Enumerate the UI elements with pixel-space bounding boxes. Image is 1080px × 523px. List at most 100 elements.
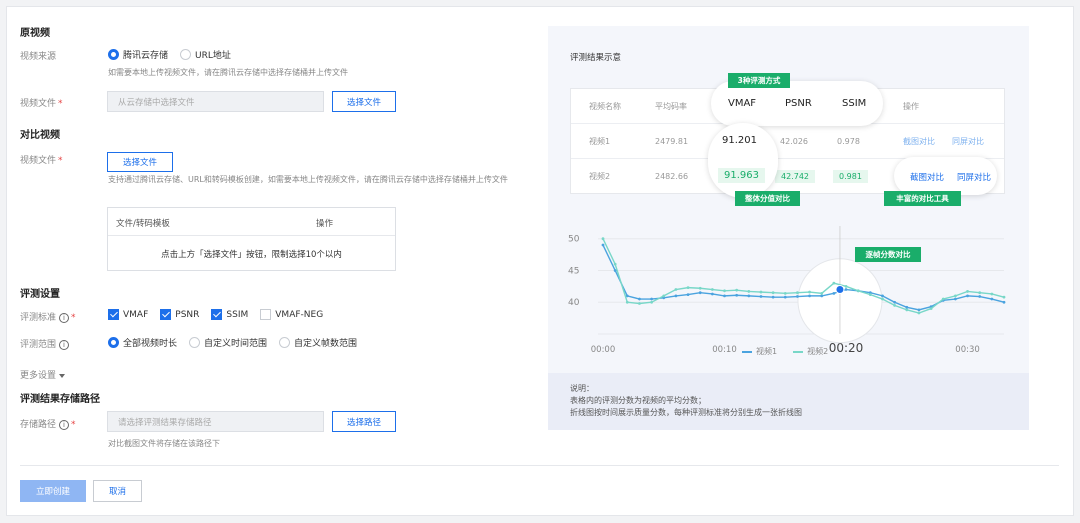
data-point — [990, 292, 994, 296]
row-name: 视频2 — [589, 172, 611, 181]
header-psnr: PSNR — [785, 98, 812, 109]
preview-note: 说明： 表格内的评测分数为视频的平均分数； 折线图按时间展示质量分数，每种评测标… — [548, 373, 1029, 430]
row-bitrate: 2479.81 — [655, 137, 689, 146]
create-button[interactable]: 立即创建 — [20, 480, 86, 502]
more-settings-toggle[interactable]: 更多设置 — [20, 368, 66, 381]
file-label-text: 视频文件 — [20, 99, 57, 109]
radio-dot — [108, 337, 119, 348]
col-file: 文件/转码模板 — [116, 219, 170, 229]
radio-url[interactable]: URL地址 — [180, 48, 231, 61]
info-icon[interactable]: i — [59, 419, 70, 430]
metric-label-text: 评测标准 — [20, 313, 57, 323]
data-point — [638, 297, 641, 301]
radio-label: 自定义时间范围 — [204, 339, 268, 349]
row-split-compare[interactable]: 同屏对比 — [957, 171, 991, 183]
data-point — [674, 288, 678, 291]
data-point — [783, 291, 787, 295]
data-point — [978, 291, 982, 295]
select-path-button[interactable]: 选择路径 — [332, 411, 396, 432]
radio-range-frames[interactable]: 自定义帧数范围 — [279, 336, 357, 349]
data-point — [747, 290, 751, 293]
data-point — [990, 297, 994, 301]
data-point — [844, 284, 848, 288]
data-point — [698, 291, 702, 295]
path-input[interactable]: 请选择评测结果存储路径 — [107, 411, 324, 432]
table-row: 视频1 2479.81 42.026 0.978 截图对比 同屏对比 — [571, 124, 1004, 159]
path-hint: 对比截图文件将存储在该路径下 — [108, 439, 220, 448]
compare-select-file-button[interactable]: 选择文件 — [107, 152, 173, 172]
row-name: 视频1 — [589, 137, 611, 146]
file-input[interactable]: 从云存储中选择文件 — [107, 91, 324, 112]
checkbox-psnr[interactable]: PSNR — [160, 309, 199, 320]
data-point — [917, 311, 921, 315]
radio-dot — [180, 49, 192, 60]
row-bitrate: 2482.66 — [655, 172, 689, 181]
cancel-button[interactable]: 取消 — [93, 480, 142, 502]
header-name: 视频名称 — [589, 102, 621, 111]
file-label: 视频文件 * — [20, 96, 63, 109]
preview-title: 评测结果示意 — [570, 53, 622, 63]
footer-divider — [20, 465, 1059, 466]
header-vmaf: VMAF — [728, 98, 757, 109]
row-psnr-cell: 42.742 — [775, 159, 815, 194]
info-icon[interactable]: i — [59, 339, 70, 350]
data-point — [820, 291, 824, 295]
data-point — [601, 243, 605, 247]
data-point — [966, 294, 969, 298]
note-line: 折线图按时间展示质量分数，每种评测标准将分别生成一张折线图 — [570, 408, 802, 417]
checkbox-box — [108, 309, 119, 320]
select-file-button[interactable]: 选择文件 — [332, 91, 396, 112]
data-point — [735, 293, 739, 297]
range-label: 评测范围 i — [20, 337, 70, 350]
legend-item: 视频1 — [756, 347, 778, 356]
header-action: 操作 — [903, 102, 919, 111]
tag-overall: 整体分值对比 — [735, 191, 800, 206]
radio-range-all[interactable]: 全部视频时长 — [108, 336, 177, 349]
path-label: 存储路径 i * — [20, 417, 76, 430]
data-point — [674, 294, 678, 298]
checkbox-vmaf[interactable]: VMAF — [108, 309, 148, 320]
row-screenshot-compare[interactable]: 截图对比 — [903, 124, 935, 159]
data-point — [808, 290, 811, 294]
checkbox-label: VMAF — [123, 309, 149, 320]
source-radio-group: 腾讯云存储 URL地址 — [108, 48, 243, 61]
chart-legend: 视频1 视频2 — [742, 346, 828, 357]
data-point — [686, 293, 690, 297]
data-point — [771, 295, 775, 299]
x-tick-label: 00:20 — [829, 341, 864, 355]
radio-label: URL地址 — [195, 51, 231, 61]
row-psnr: 42.742 — [775, 170, 815, 183]
data-point — [881, 294, 884, 298]
section-title-compare: 对比视频 — [20, 130, 60, 141]
row-split-compare[interactable]: 同屏对比 — [952, 124, 984, 159]
legend-swatch — [742, 350, 752, 353]
legend-swatch — [793, 350, 804, 353]
radio-cos[interactable]: 腾讯云存储 — [108, 48, 168, 61]
checkbox-vmaf-neg[interactable]: VMAF-NEG — [260, 309, 323, 320]
checkbox-box — [211, 309, 223, 320]
header-ssim: SSIM — [842, 98, 867, 109]
data-point — [686, 286, 690, 290]
metric-label: 评测标准 i * — [20, 310, 76, 323]
data-point — [832, 281, 836, 285]
radio-label: 全部视频时长 — [123, 339, 178, 349]
data-point — [796, 291, 799, 295]
required-mark: * — [71, 313, 76, 323]
data-point — [698, 286, 702, 290]
section-title-source: 原视频 — [20, 28, 50, 39]
action-bubble: 截图对比 同屏对比 — [894, 157, 997, 195]
data-point — [601, 237, 605, 241]
source-hint: 如需要本地上传视频文件，请在腾讯云存储中选择存储桶并上传文件 — [108, 68, 348, 77]
source-label: 视频来源 — [20, 52, 57, 62]
data-point — [941, 297, 945, 301]
caret-down-icon — [59, 373, 66, 378]
row-screenshot-compare[interactable]: 截图对比 — [910, 171, 944, 183]
data-point — [1002, 295, 1006, 299]
data-point — [759, 290, 763, 294]
legend-item: 视频2 — [807, 347, 829, 356]
checkbox-ssim[interactable]: SSIM — [211, 309, 248, 320]
radio-dot — [108, 49, 119, 60]
radio-range-time[interactable]: 自定义时间范围 — [189, 336, 267, 349]
info-icon[interactable]: i — [59, 312, 70, 323]
data-point — [625, 300, 629, 304]
